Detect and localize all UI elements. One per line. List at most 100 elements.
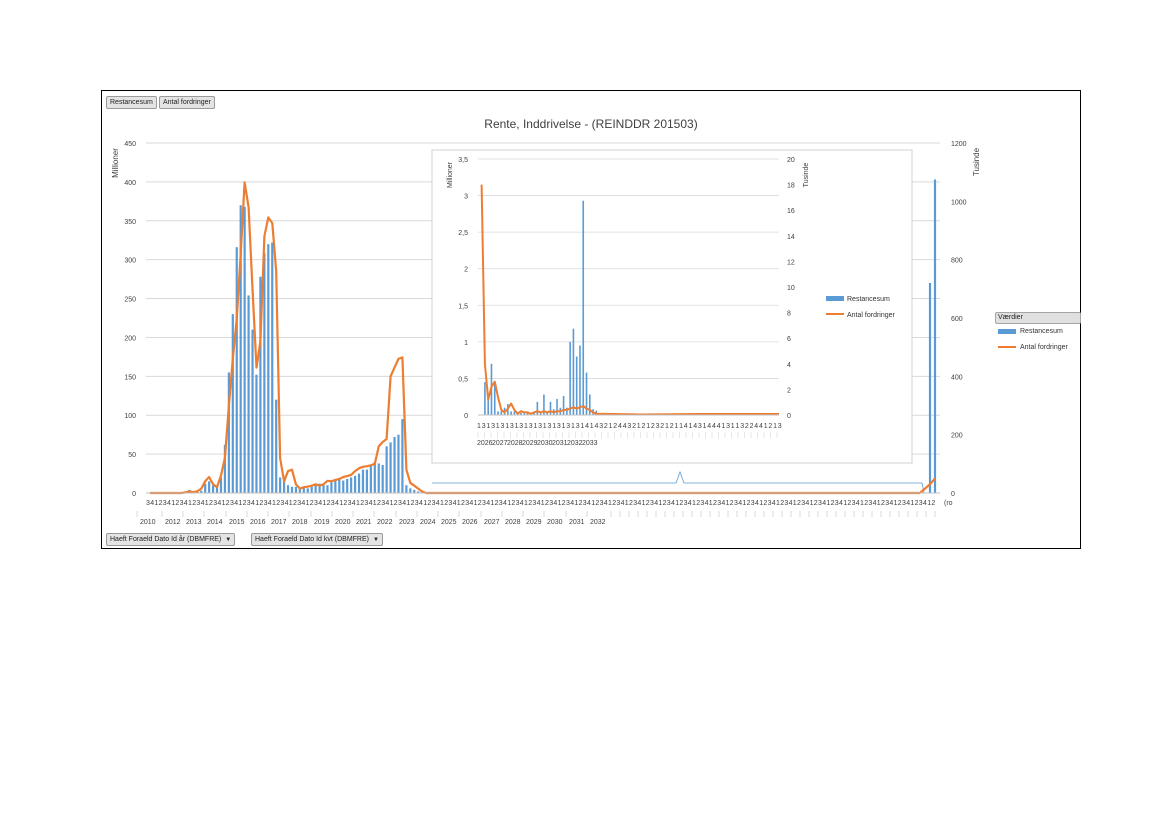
y2-tick-label: 800 [951,258,963,265]
y2-tick-label: 600 [951,316,963,323]
bar [405,485,408,493]
inset-x-tick-quarter: 2 [613,423,617,430]
legend-swatch-bar [998,328,1016,334]
y-tick-label: 0 [132,491,136,498]
inset-x-tick-quarter: 1 [689,423,693,430]
y-tick-label: 400 [124,180,136,187]
inset-x-tick-quarter: 3 [519,423,523,430]
inset-x-tick-quarter: 1 [515,423,519,430]
x-tick-year: 2010 [140,519,156,526]
inset-x-tick-quarter: 3 [529,423,533,430]
inset-y2-tick-label: 18 [787,183,795,190]
inset-x-tick-quarter: 3 [548,423,552,430]
series-line-restancesum-flat [432,470,925,494]
bar [306,488,309,493]
bar [409,488,412,493]
inset-x-tick-quarter: 1 [562,423,566,430]
legend-title[interactable]: Værdier [995,312,1081,324]
inset-x-tick-year: 2029 [522,440,538,447]
inset-x-tick-quarter: 1 [496,423,500,430]
inset-bar [589,394,591,415]
bar [211,485,215,493]
inset-x-tick-quarter: 3 [501,423,505,430]
inset-x-tick-quarter: 1 [580,423,584,430]
inset-bar [484,382,486,415]
x-tick-year: 2020 [335,519,351,526]
inset-y2-tick-label: 10 [787,285,795,292]
bar [365,469,369,493]
inset-x-tick-quarter: 4 [618,423,622,430]
bar [255,374,258,493]
inset-x-tick-quarter: 2 [604,423,608,430]
inset-x-tick-year: 2026 [477,440,493,447]
inset-x-tick-year: 2028 [507,440,523,447]
bar [286,485,290,493]
inset-x-tick-quarter: 3 [656,423,660,430]
inset-y2-tick-label: 12 [787,259,795,266]
y2-tick-label: 1000 [951,199,967,206]
inset-x-tick-quarter: 3 [538,423,542,430]
bar [346,479,349,493]
inset-legend-label-antal: Antal fordringer [847,312,896,319]
inset-x-tick-quarter: 1 [524,423,528,430]
inset-bar [556,398,558,415]
inset-y-tick-label: 2 [464,267,468,274]
bar [393,437,396,493]
inset-bar [569,341,571,415]
chart-title: Rente, Inddrivelse - (REINDDR 201503) [484,117,697,131]
inset-x-tick-quarter: 1 [721,423,725,430]
inset-x-tick-quarter: 3 [491,423,495,430]
inset-x-tick-quarter: 2 [660,423,664,430]
bar [401,419,404,493]
x-tick-year: 2018 [292,519,308,526]
inset-bar [497,411,499,415]
inset-x-tick-quarter: 1 [637,423,641,430]
bar [928,283,932,493]
y-tick-label: 250 [124,297,136,304]
inset-x-tick-quarter: 3 [510,423,514,430]
inset-bar [487,400,489,415]
inset-x-tick-quarter: 3 [740,423,744,430]
inset-x-tick-quarter: 4 [754,423,758,430]
inset-x-tick-quarter: 3 [627,423,631,430]
inset-x-tick-quarter: 2 [750,423,754,430]
inset-bar [562,395,565,415]
bar [397,434,400,493]
bar [294,486,298,493]
inset-x-tick-quarter: 1 [543,423,547,430]
inset-x-tick-year: 2030 [537,440,553,447]
bar [326,485,329,493]
bar [330,482,333,493]
legend-swatch-line [998,346,1016,349]
legend: Værdier Restancesum Antal fordringer [995,312,1081,358]
inset-y2-tick-label: 14 [787,234,795,241]
y-tick-label: 450 [124,141,136,148]
bar [279,477,282,493]
y-tick-label: 350 [124,219,136,226]
inset-x-tick-year: 2027 [492,440,508,447]
bar [353,475,357,493]
x-tick-year: 2014 [207,519,223,526]
inset-x-tick-quarter: 1 [646,423,650,430]
legend-item-restancesum: Restancesum [998,328,1063,335]
inset-x-tick-quarter: 1 [571,423,575,430]
inset-legend-label-restancesum: Restancesum [847,296,890,303]
inset-x-tick-quarter: 3 [566,423,570,430]
inset-x-tick-quarter: 1 [674,423,678,430]
inset-bar [549,401,552,415]
inset-chart-area [431,149,913,464]
inset-bar [536,401,539,415]
inset-y-tick-label: 2,5 [458,230,468,237]
inset-x-tick-year: 2033 [582,440,598,447]
inset-x-tick-quarter: 1 [486,423,490,430]
x-tick-year: 2031 [569,519,585,526]
bar [342,480,345,493]
bar [377,463,380,493]
y2-tick-label: 200 [951,433,963,440]
bar [369,465,372,493]
x-tick-year: 2030 [547,519,563,526]
inset-x-tick-quarter: 1 [731,423,735,430]
bar [338,479,341,493]
inset-x-tick-quarter: 2 [670,423,674,430]
inset-x-tick-quarter: 3 [599,423,603,430]
